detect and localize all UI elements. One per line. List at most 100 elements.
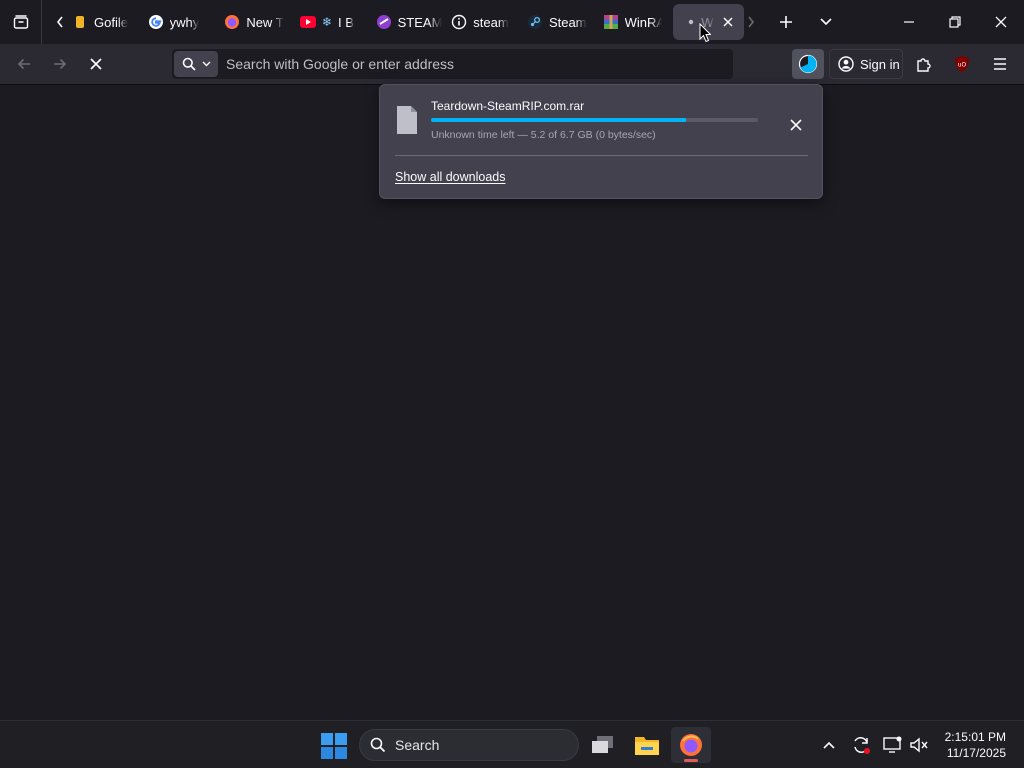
arrow-left-icon — [17, 58, 30, 70]
minimize-icon — [904, 21, 914, 23]
close-icon — [723, 17, 733, 27]
tab-label: I B — [337, 14, 354, 30]
volume-tray-button[interactable] — [907, 733, 931, 757]
back-button[interactable] — [8, 50, 40, 78]
address-input[interactable]: Search with Google or enter address — [226, 56, 454, 72]
downloads-button[interactable] — [792, 49, 824, 79]
monitor-icon — [883, 736, 902, 753]
svg-text:uO: uO — [958, 62, 967, 69]
chevron-down-icon — [202, 61, 210, 67]
firefox-view-button[interactable] — [0, 0, 42, 44]
tab-label: STEAM — [397, 14, 443, 30]
tab-steamrip[interactable]: STEAM — [368, 4, 444, 40]
firefox-taskbar-button[interactable] — [671, 727, 711, 763]
new-tab-button[interactable] — [775, 10, 797, 34]
search-icon — [370, 737, 386, 753]
steamrip-icon — [376, 14, 392, 30]
tab-steam-search[interactable]: steam — [443, 4, 519, 40]
windows-taskbar: Search 2:15:01 PM 11/17/2025 — [0, 720, 1024, 768]
tab-label: WinRA — [624, 14, 663, 30]
gofile-icon — [72, 14, 88, 30]
app-menu-button[interactable] — [984, 49, 1016, 79]
firefox-view-icon — [13, 15, 28, 29]
tab-new-tab[interactable]: New T — [216, 4, 292, 40]
firefox-icon — [224, 14, 240, 30]
close-window-button[interactable] — [978, 0, 1024, 44]
download-status: Unknown time left — 5.2 of 6.7 GB (0 byt… — [431, 129, 656, 141]
file-icon — [397, 106, 417, 134]
info-icon — [451, 14, 467, 30]
downloads-panel: Teardown-SteamRIP.com.rar Unknown time l… — [379, 84, 823, 199]
taskbar-search-box[interactable]: Search — [359, 729, 579, 761]
tab-label: steam — [473, 14, 509, 30]
download-item[interactable]: Teardown-SteamRIP.com.rar Unknown time l… — [380, 85, 822, 155]
system-clock[interactable]: 2:15:01 PM 11/17/2025 — [945, 729, 1006, 761]
address-bar[interactable]: Search with Google or enter address — [172, 49, 733, 79]
show-all-downloads-link[interactable]: Show all downloads — [395, 170, 506, 184]
chevron-down-icon — [820, 18, 832, 26]
youtube-icon — [299, 14, 316, 30]
tab-strip: Gofile ywhy New T ❄ I B STEAM steam Stea… — [72, 4, 744, 40]
restore-button[interactable] — [932, 0, 978, 44]
forward-button[interactable] — [44, 50, 76, 78]
divider — [395, 155, 808, 156]
firefox-icon — [680, 734, 702, 756]
account-icon — [838, 56, 854, 72]
tab-label: ywhy — [169, 14, 200, 30]
tab-label: New T — [246, 14, 284, 30]
taskbar-search-label: Search — [395, 737, 440, 753]
tab-winrar[interactable]: WinRA — [595, 4, 663, 40]
sync-icon — [854, 737, 870, 754]
tab-youtube[interactable]: ❄ I B — [292, 4, 368, 40]
close-tab-button[interactable] — [720, 14, 736, 30]
ublock-origin-button[interactable]: uO — [946, 49, 978, 79]
stop-loading-button[interactable] — [80, 50, 112, 78]
plus-icon — [780, 16, 792, 28]
scroll-tabs-left-button[interactable] — [50, 10, 70, 34]
chevron-right-icon — [748, 16, 755, 28]
list-all-tabs-button[interactable] — [815, 10, 837, 34]
show-hidden-icons-button[interactable] — [817, 733, 841, 757]
steam-icon — [527, 14, 543, 30]
task-view-icon — [592, 736, 613, 753]
display-tray-button[interactable] — [881, 733, 905, 757]
clock-time: 2:15:01 PM — [944, 730, 1006, 744]
cancel-download-button[interactable] — [782, 111, 810, 139]
chevron-left-icon — [56, 16, 63, 28]
download-progress-fill — [431, 118, 687, 122]
search-icon — [182, 57, 196, 71]
google-icon — [148, 14, 164, 30]
puzzle-icon — [917, 58, 931, 72]
restore-icon — [949, 16, 961, 28]
sign-in-label: Sign in — [860, 56, 900, 72]
download-filename: Teardown-SteamRIP.com.rar — [431, 99, 585, 113]
tab-bar: Gofile ywhy New T ❄ I B STEAM steam Stea… — [0, 0, 1024, 44]
ublock-shield-icon: uO — [955, 56, 969, 72]
download-progress-bar — [431, 118, 758, 122]
close-icon — [90, 58, 102, 70]
tab-steam[interactable]: Steam — [519, 4, 595, 40]
download-progress-icon — [798, 54, 818, 74]
speaker-muted-icon — [910, 737, 928, 753]
file-explorer-button[interactable] — [627, 727, 667, 763]
search-engine-button[interactable] — [174, 51, 218, 77]
windows-start-button[interactable] — [321, 733, 347, 759]
tab-google[interactable]: ywhy — [140, 4, 217, 40]
close-icon — [790, 119, 802, 131]
extensions-button[interactable] — [908, 49, 940, 79]
scroll-tabs-right-button[interactable] — [741, 10, 761, 34]
minimize-button[interactable] — [886, 0, 932, 44]
loading-dot-icon — [687, 14, 695, 30]
sync-tray-button[interactable] — [849, 733, 873, 757]
hamburger-menu-icon — [994, 58, 1006, 70]
sign-in-button[interactable]: Sign in — [829, 49, 903, 79]
arrow-right-icon — [54, 58, 67, 70]
close-icon — [995, 16, 1007, 28]
tab-gofile[interactable]: Gofile — [72, 4, 140, 40]
chevron-up-icon — [823, 741, 835, 749]
winrar-icon — [603, 14, 619, 30]
snowflake-icon: ❄ — [321, 15, 332, 29]
task-view-button[interactable] — [583, 727, 623, 763]
tab-label: Gofile — [94, 14, 128, 30]
tab-label: Steam — [548, 14, 587, 30]
